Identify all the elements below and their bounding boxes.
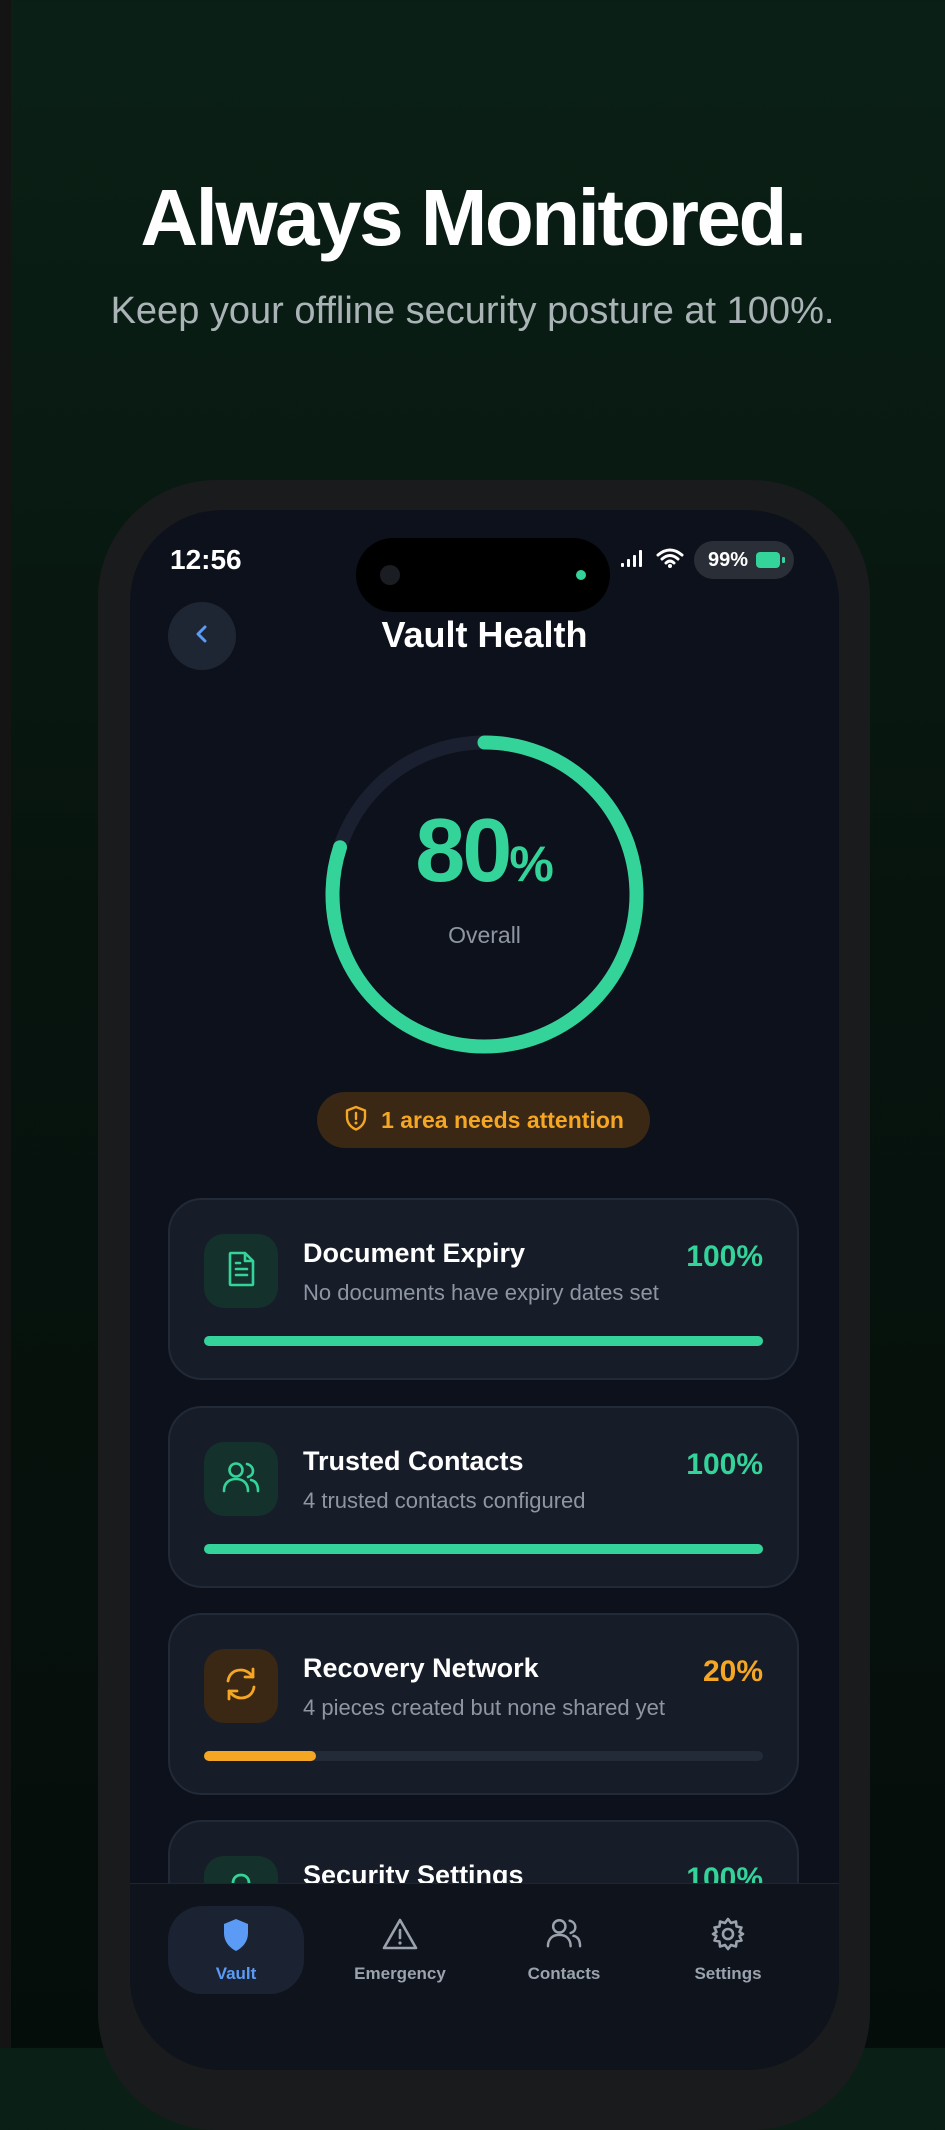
card-progress-track [204, 1751, 763, 1761]
users-icon [545, 1916, 583, 1956]
card-progress-track [204, 1544, 763, 1554]
card-icon-container [204, 1234, 278, 1308]
tab-settings[interactable]: Settings [660, 1906, 796, 1994]
card-subtitle: 4 trusted contacts configured [303, 1488, 586, 1513]
tab-bar: Vault Emergency Contacts Settings [130, 1883, 839, 2070]
health-card-document-expiry[interactable]: Document Expiry No documents have expiry… [168, 1198, 799, 1380]
tab-label: Settings [694, 1964, 762, 1983]
card-progress-fill [204, 1544, 763, 1554]
tab-label: Emergency [354, 1964, 446, 1983]
document-icon [222, 1249, 260, 1294]
battery-indicator: 99% [694, 541, 795, 579]
promo-title: Always Monitored. [140, 173, 807, 262]
battery-icon [756, 552, 786, 568]
status-time: 12:56 [170, 544, 242, 575]
card-title: Trusted Contacts [303, 1446, 524, 1476]
card-percent: 100% [686, 1240, 763, 1273]
card-percent: 20% [702, 1655, 763, 1688]
health-card-trusted-contacts[interactable]: Trusted Contacts 4 trusted contacts conf… [168, 1406, 799, 1588]
promo-subtitle: Keep your offline security posture at 10… [110, 290, 835, 332]
status-icons: 99% [620, 540, 795, 580]
battery-percent: 99% [708, 548, 749, 571]
overall-score-label: Overall [448, 922, 521, 948]
tab-vault[interactable]: Vault [168, 1906, 304, 1994]
signal-icon [620, 548, 646, 573]
card-percent: 100% [686, 1448, 763, 1481]
gear-icon [710, 1916, 746, 1956]
card-subtitle: No documents have expiry dates set [303, 1280, 659, 1305]
card-progress-track [204, 1336, 763, 1346]
card-progress-fill [204, 1336, 763, 1346]
overall-score: 80% [130, 800, 839, 903]
card-title: Recovery Network [303, 1653, 539, 1683]
warning-icon [381, 1916, 419, 1956]
dynamic-island [356, 538, 610, 612]
wifi-icon [656, 547, 684, 574]
card-subtitle: 4 pieces created but none shared yet [303, 1695, 666, 1720]
tab-contacts[interactable]: Contacts [496, 1906, 632, 1994]
phone-screen: 12:56 99% Vault Health 80% Overall 1 are… [130, 510, 839, 2070]
card-progress-fill [204, 1751, 316, 1761]
card-title: Document Expiry [303, 1238, 526, 1268]
overall-score-unit: % [509, 836, 554, 892]
users-icon [221, 1459, 261, 1500]
refresh-icon [221, 1664, 261, 1709]
tab-emergency[interactable]: Emergency [332, 1906, 468, 1994]
privacy-indicator-dot [576, 570, 586, 580]
shield-icon [219, 1916, 253, 1956]
tab-label: Contacts [527, 1964, 601, 1983]
attention-badge[interactable]: 1 area needs attention [317, 1092, 650, 1148]
shield-alert-icon [343, 1104, 369, 1137]
overall-score-value: 80 [415, 801, 512, 901]
card-icon-container [204, 1442, 278, 1516]
tab-label: Vault [215, 1964, 257, 1983]
card-icon-container [204, 1649, 278, 1723]
camera-dot [380, 565, 400, 585]
page-title: Vault Health [381, 614, 588, 655]
health-card-recovery-network[interactable]: Recovery Network 4 pieces created but no… [168, 1613, 799, 1795]
attention-text: 1 area needs attention [381, 1106, 624, 1133]
